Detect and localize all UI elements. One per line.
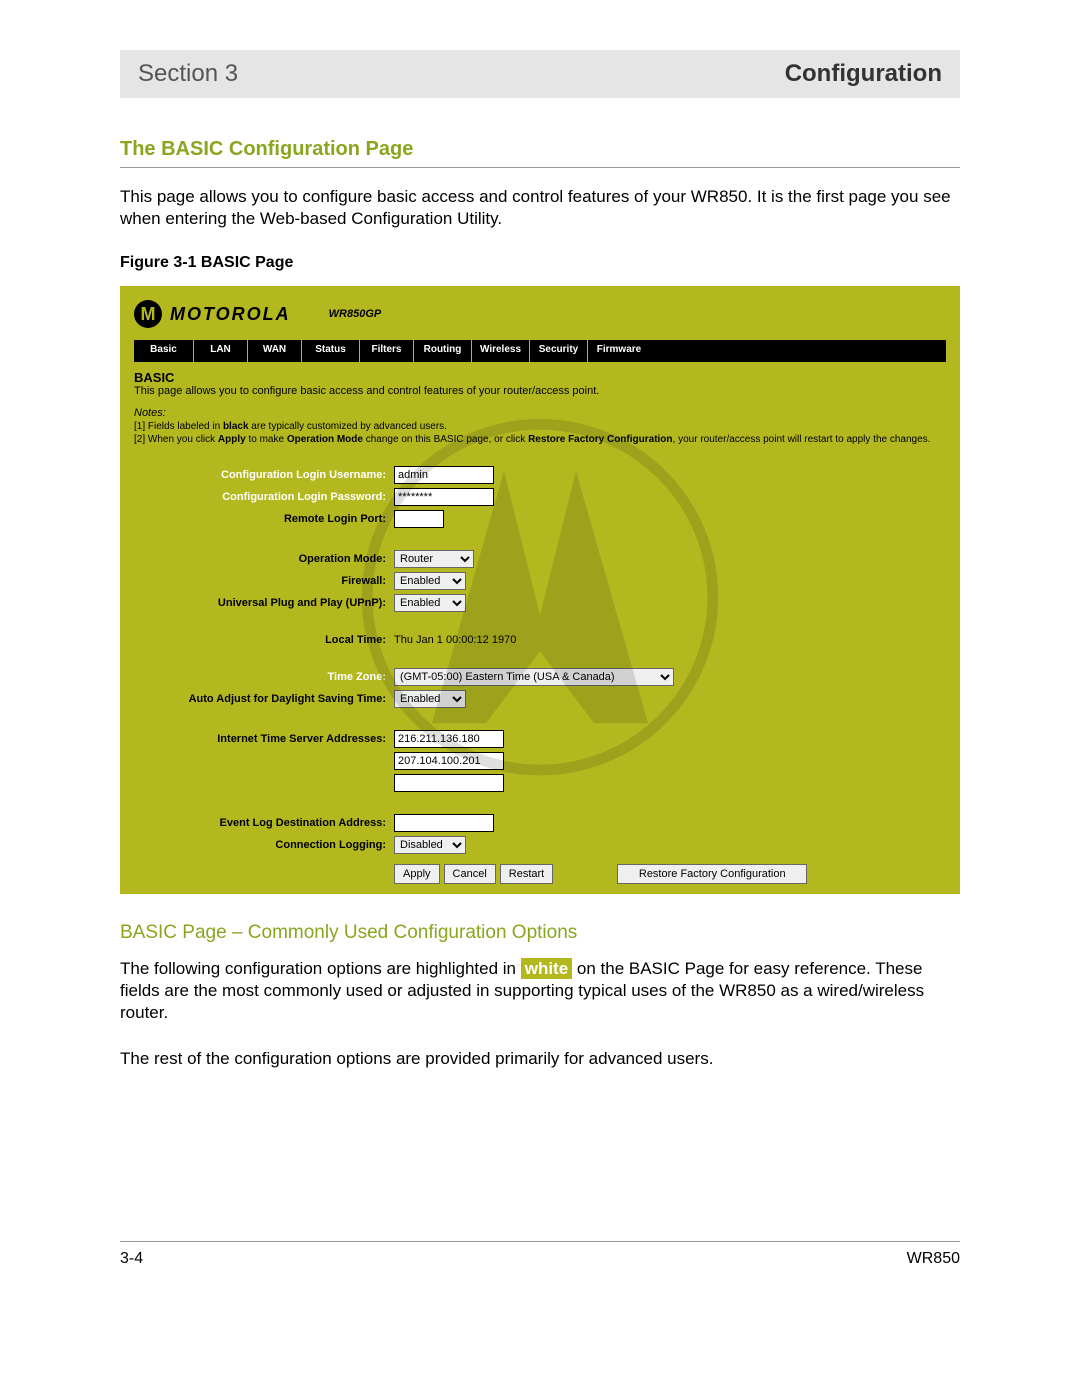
label-username: Configuration Login Username:	[134, 469, 394, 481]
tab-firmware[interactable]: Firmware	[588, 340, 650, 362]
nav-tabs: Basic LAN WAN Status Filters Routing Wir…	[134, 340, 946, 362]
note-2: [2] When you click Apply to make Operati…	[134, 434, 946, 447]
its-input-3[interactable]	[394, 774, 504, 792]
label-password: Configuration Login Password:	[134, 491, 394, 503]
tab-wan[interactable]: WAN	[248, 340, 302, 362]
label-remote-port: Remote Login Port:	[134, 513, 394, 525]
timezone-select[interactable]: (GMT-05:00) Eastern Time (USA & Canada)	[394, 668, 674, 686]
note2-rfc: Restore Factory Configuration	[528, 434, 672, 445]
config-form: Configuration Login Username: Configurat…	[134, 466, 946, 884]
footer-product: WR850	[907, 1250, 960, 1268]
note1-post: are typically customized by advanced use…	[249, 421, 447, 432]
firewall-select[interactable]: Enabled	[394, 572, 466, 590]
label-firewall: Firewall:	[134, 575, 394, 587]
button-row: Apply Cancel Restart Restore Factory Con…	[394, 864, 946, 884]
dst-select[interactable]: Enabled	[394, 690, 466, 708]
restart-button[interactable]: Restart	[500, 864, 553, 884]
tab-status[interactable]: Status	[302, 340, 360, 362]
note2-post: , your router/access point will restart …	[673, 434, 931, 445]
cancel-button[interactable]: Cancel	[444, 864, 496, 884]
tab-routing[interactable]: Routing	[414, 340, 472, 362]
note2-pre: [2] When you click	[134, 434, 218, 445]
upnp-select[interactable]: Enabled	[394, 594, 466, 612]
notes-label: Notes:	[134, 407, 946, 419]
tab-security[interactable]: Security	[530, 340, 588, 362]
label-op-mode: Operation Mode:	[134, 553, 394, 565]
para-3: The rest of the configuration options ar…	[120, 1048, 960, 1070]
note2-mid2: change on this BASIC page, or click	[363, 434, 528, 445]
remote-port-input[interactable]	[394, 510, 444, 528]
label-upnp: Universal Plug and Play (UPnP):	[134, 597, 394, 609]
op-mode-select[interactable]: Router	[394, 550, 474, 568]
figure-caption: Figure 3-1 BASIC Page	[120, 254, 960, 272]
label-timezone: Time Zone:	[134, 671, 394, 683]
basic-section-title: BASIC	[134, 370, 946, 385]
label-local-time: Local Time:	[134, 634, 394, 646]
tab-wireless[interactable]: Wireless	[472, 340, 530, 362]
model-name: WR850GP	[329, 308, 382, 320]
event-log-input[interactable]	[394, 814, 494, 832]
username-input[interactable]	[394, 466, 494, 484]
page-footer: 3-4 WR850	[120, 1241, 960, 1268]
brand-name: MOTOROLA	[170, 304, 291, 325]
brand-row: MOTOROLA WR850GP	[134, 300, 946, 328]
section-label: Section 3	[138, 60, 238, 88]
para2-pre: The following configuration options are …	[120, 959, 521, 978]
note1-bold: black	[223, 421, 249, 432]
note2-om: Operation Mode	[287, 434, 363, 445]
basic-desc: This page allows you to configure basic …	[134, 385, 946, 397]
intro-paragraph: This page allows you to configure basic …	[120, 186, 960, 230]
tab-basic[interactable]: Basic	[134, 340, 194, 362]
label-conn-log: Connection Logging:	[134, 839, 394, 851]
subheading: BASIC Page – Commonly Used Configuration…	[120, 922, 960, 944]
page-title: The BASIC Configuration Page	[120, 138, 960, 168]
its-input-1[interactable]	[394, 730, 504, 748]
para-2: The following configuration options are …	[120, 958, 960, 1024]
module-label: Configuration	[785, 60, 942, 88]
note1-pre: [1] Fields labeled in	[134, 421, 223, 432]
note2-mid: to make	[246, 434, 287, 445]
its-input-2[interactable]	[394, 752, 504, 770]
apply-button[interactable]: Apply	[394, 864, 440, 884]
footer-page: 3-4	[120, 1250, 143, 1268]
document-header: Section 3 Configuration	[120, 50, 960, 98]
router-screenshot: MOTOROLA WR850GP Basic LAN WAN Status Fi…	[120, 286, 960, 894]
tab-lan[interactable]: LAN	[194, 340, 248, 362]
white-chip: white	[521, 958, 572, 979]
local-time-value: Thu Jan 1 00:00:12 1970	[394, 634, 516, 646]
label-dst: Auto Adjust for Daylight Saving Time:	[134, 693, 394, 705]
note-1: [1] Fields labeled in black are typicall…	[134, 421, 946, 434]
tab-filters[interactable]: Filters	[360, 340, 414, 362]
label-event-log: Event Log Destination Address:	[134, 817, 394, 829]
password-input[interactable]	[394, 488, 494, 506]
note2-apply: Apply	[218, 434, 246, 445]
conn-log-select[interactable]: Disabled	[394, 836, 466, 854]
label-its: Internet Time Server Addresses:	[134, 733, 394, 745]
motorola-logo-icon	[134, 300, 162, 328]
restore-factory-button[interactable]: Restore Factory Configuration	[617, 864, 807, 884]
